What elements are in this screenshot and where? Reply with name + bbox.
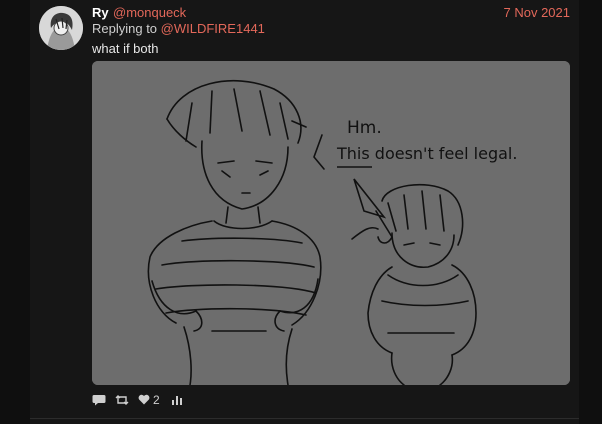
bar-chart-icon[interactable] (171, 394, 183, 408)
tweet-divider (30, 418, 579, 419)
sketch-illustration: Hm. This doesn't feel legal. (92, 61, 570, 385)
tweet-text: what if both (92, 41, 159, 56)
avatar[interactable] (39, 6, 83, 50)
drawing-caption-line-1: Hm. (347, 118, 382, 138)
replying-to-line: Replying to @WILDFIRE1441 (92, 21, 265, 36)
like-count: 2 (153, 393, 160, 407)
author-handle[interactable]: @monqueck (113, 5, 186, 20)
author-name[interactable]: Ry (92, 5, 109, 20)
replying-to-handle[interactable]: @WILDFIRE1441 (161, 21, 265, 36)
drawing-caption-line-2: This doesn't feel legal. (336, 144, 517, 163)
comment-icon[interactable] (92, 394, 106, 409)
tweet-header: Ry @monqueck 7 Nov 2021 (92, 5, 572, 21)
avatar-portrait-icon (39, 6, 83, 50)
retweet-icon[interactable] (115, 394, 129, 409)
heart-icon[interactable] (138, 394, 150, 408)
replying-prefix: Replying to (92, 21, 158, 36)
tweet-date[interactable]: 7 Nov 2021 (504, 5, 571, 20)
tweet-image[interactable]: Hm. This doesn't feel legal. (92, 61, 570, 385)
